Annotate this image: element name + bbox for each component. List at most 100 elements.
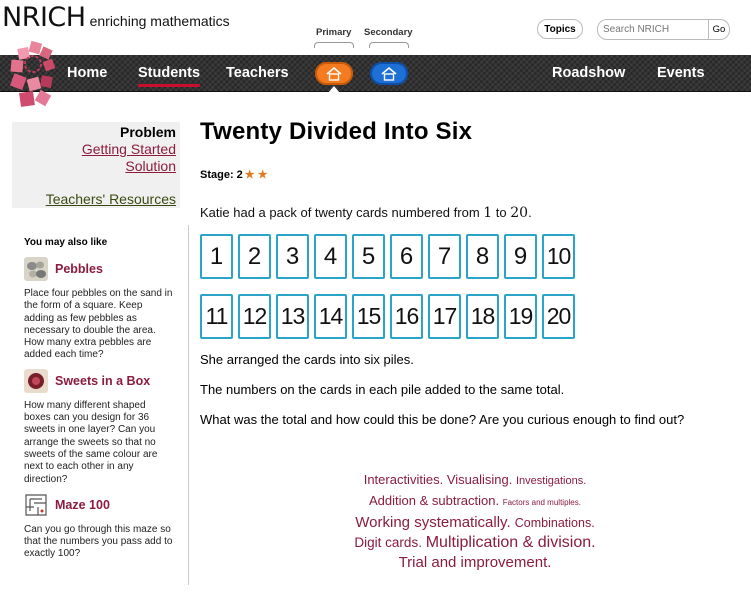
topic-tag[interactable]: Working systematically	[355, 514, 506, 531]
nrich-logo-icon[interactable]	[8, 40, 58, 112]
topic-tag[interactable]: Trial and improvement	[399, 554, 548, 571]
number-card: 7	[428, 234, 461, 279]
number-card: 3	[276, 234, 309, 279]
related-item: Pebbles Place four pebbles on the sand i…	[24, 256, 174, 362]
topic-tag[interactable]: Visualising	[447, 472, 509, 487]
brand[interactable]: NRICH enriching mathematics	[2, 2, 230, 33]
related-item: Sweets in a Box How many different shape…	[24, 368, 174, 486]
topic-tag[interactable]: Investigations	[516, 475, 583, 487]
house-icon	[326, 66, 342, 81]
topic-tag[interactable]: Addition & subtraction	[369, 493, 495, 508]
secondary-label: Secondary	[364, 27, 413, 38]
main-navbar: Home Students Teachers Roadshow Events	[0, 55, 751, 92]
number-card: 12	[238, 294, 271, 339]
active-section-pointer	[328, 86, 340, 93]
nav-teachers[interactable]: Teachers	[226, 65, 289, 81]
number-card: 15	[352, 294, 385, 339]
brand-tagline: enriching mathematics	[89, 13, 230, 29]
related-title-sweets[interactable]: Sweets in a Box	[55, 374, 150, 388]
page-title: Twenty Divided Into Six	[200, 118, 473, 145]
site-header: NRICH enriching mathematics Primary Seco…	[0, 0, 751, 110]
primary-home-button[interactable]	[315, 62, 353, 85]
number-card: 6	[390, 234, 423, 279]
tag-separator: .	[506, 514, 515, 531]
tag-separator: .	[495, 493, 503, 508]
topic-tag-cloud: Interactivities. Visualising. Investigat…	[320, 470, 630, 573]
statement-question: What was the total and how could this be…	[200, 412, 685, 427]
topic-tag[interactable]: Digit cards	[354, 535, 418, 550]
number-card: 10	[542, 234, 575, 279]
intro-text-b: to	[492, 205, 511, 220]
related-desc-maze: Can you go through this maze so that the…	[24, 523, 173, 560]
related-title-pebbles[interactable]: Pebbles	[55, 262, 103, 276]
cards-row-1: 1 2 3 4 5 6 7 8 9 10	[200, 234, 580, 279]
intro-text-a: Katie had a pack of twenty cards numbere…	[200, 205, 484, 220]
nav-home[interactable]: Home	[67, 65, 107, 81]
house-icon	[381, 66, 397, 81]
number-card: 4	[314, 234, 347, 279]
number-card: 11	[200, 294, 233, 339]
statement-piles: She arranged the cards into six piles.	[200, 352, 414, 367]
maze-thumbnail-icon[interactable]	[24, 492, 48, 517]
primary-label: Primary	[316, 27, 352, 38]
related-title-maze[interactable]: Maze 100	[55, 498, 110, 512]
search-go-button[interactable]: Go	[708, 19, 730, 40]
number-card: 9	[504, 234, 537, 279]
sidebar-divider	[188, 225, 189, 585]
statement-total: The numbers on the cards in each pile ad…	[200, 382, 565, 397]
intro-number-1: 1	[483, 205, 493, 221]
number-card: 2	[238, 234, 271, 279]
sweets-thumbnail-icon[interactable]	[24, 368, 48, 393]
tag-separator: .	[547, 554, 552, 571]
topic-tag[interactable]: Multiplication & division	[426, 534, 591, 551]
tag-separator: .	[439, 472, 447, 487]
number-card: 1	[200, 234, 233, 279]
tag-separator: .	[583, 475, 587, 487]
secondary-home-button[interactable]	[370, 62, 408, 85]
brand-name[interactable]: NRICH	[2, 2, 86, 33]
topic-tag[interactable]: Combinations	[515, 516, 591, 530]
stage-indicator: Stage: 2 ★ ★	[200, 168, 740, 182]
number-card: 5	[352, 234, 385, 279]
cards-row-2: 11 12 13 14 15 16 17 18 19 20	[200, 294, 580, 339]
solution-link[interactable]: Solution	[12, 158, 176, 175]
tag-separator: .	[591, 516, 595, 530]
nav-events[interactable]: Events	[657, 65, 705, 81]
number-card: 14	[314, 294, 347, 339]
intro-number-20: 20	[510, 205, 529, 221]
topic-tag[interactable]: Interactivities	[364, 472, 440, 487]
primary-bracket	[314, 42, 354, 48]
related-problems: You may also like Pebbles Place four peb…	[24, 237, 174, 567]
nav-roadshow[interactable]: Roadshow	[552, 65, 625, 81]
number-card: 17	[428, 294, 461, 339]
number-card: 20	[542, 294, 575, 339]
related-heading: You may also like	[24, 237, 108, 248]
stage-label: Stage: 2	[200, 168, 243, 181]
intro-text-c: .	[528, 205, 532, 220]
related-desc-pebbles: Place four pebbles on the sand in the fo…	[24, 288, 173, 361]
tag-separator: .	[508, 472, 516, 487]
teachers-resources-link[interactable]: Teachers' Resources	[12, 191, 176, 207]
number-card: 18	[466, 294, 499, 339]
star-icon: ★ ★	[244, 169, 268, 181]
number-card: 8	[466, 234, 499, 279]
search-input[interactable]	[597, 19, 709, 40]
tag-separator: .	[418, 535, 426, 550]
problem-statement: She arranged the cards into six piles. T…	[200, 352, 740, 442]
topic-tag[interactable]: Factors and multiples	[503, 498, 579, 507]
problem-sidebar: Problem Getting Started Solution Teacher…	[12, 122, 180, 208]
number-card: 13	[276, 294, 309, 339]
tag-separator: .	[591, 534, 596, 551]
topics-button[interactable]: Topics	[537, 19, 583, 39]
problem-content: Twenty Divided Into Six Stage: 2 ★ ★ Kat…	[200, 112, 740, 221]
tag-separator: .	[578, 498, 581, 507]
secondary-bracket	[369, 42, 409, 48]
related-desc-sweets: How many different shaped boxes can you …	[24, 399, 158, 485]
nav-students[interactable]: Students	[138, 65, 201, 87]
related-item: Maze 100 Can you go through this maze so…	[24, 492, 174, 561]
pebbles-thumbnail-icon[interactable]	[24, 257, 48, 281]
intro-paragraph: Katie had a pack of twenty cards numbere…	[200, 205, 740, 221]
number-card: 16	[390, 294, 423, 339]
sidebar-heading: Problem	[119, 124, 176, 140]
getting-started-link[interactable]: Getting Started	[12, 141, 176, 158]
